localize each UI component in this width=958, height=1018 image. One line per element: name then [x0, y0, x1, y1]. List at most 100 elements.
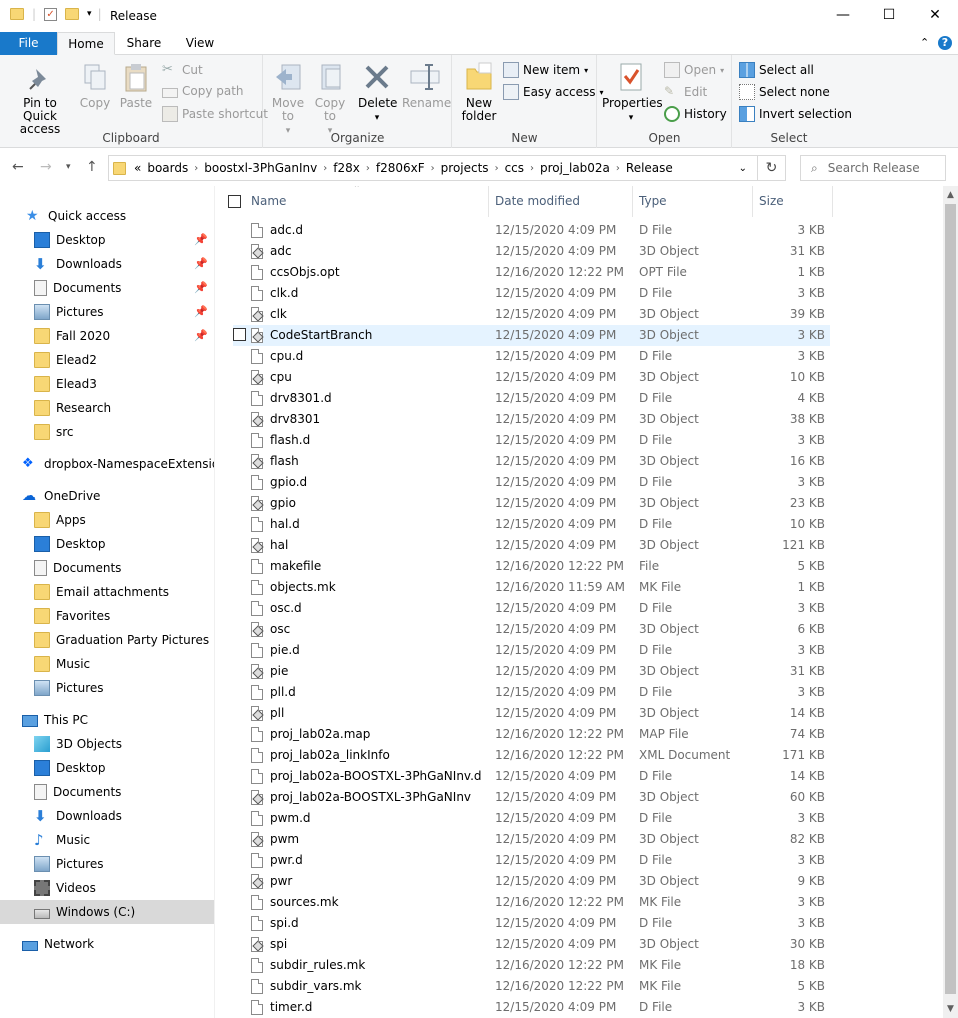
nav-qa-fall-2020[interactable]: Fall 2020 📌	[0, 324, 214, 348]
copy-to-button[interactable]: Copy to ▾	[310, 61, 350, 138]
help-icon[interactable]: ?	[938, 36, 952, 50]
breadcrumb-separator-icon[interactable]: ›	[616, 163, 620, 174]
breadcrumb-boostxl[interactable]: boostxl-3PhGanInv	[204, 161, 317, 175]
breadcrumb-proj-lab02a[interactable]: proj_lab02a	[540, 161, 610, 175]
nav-pc-3d-objects[interactable]: 3D Objects	[0, 732, 214, 756]
new-item-button[interactable]: New item ▾	[503, 62, 588, 78]
breadcrumb-separator-icon[interactable]: ›	[366, 163, 370, 174]
table-row[interactable]: subdir_vars.mk 12/16/2020 12:22 PM MK File…	[233, 976, 830, 997]
table-row[interactable]: cpu 12/15/2020 4:09 PM 3D Object 10 KB	[233, 367, 830, 388]
row-checkbox[interactable]	[233, 328, 246, 341]
customize-toolbar-icon[interactable]: ▾	[87, 9, 92, 19]
table-row[interactable]: hal.d 12/15/2020 4:09 PM D File 10 KB	[233, 514, 830, 535]
breadcrumb-separator-icon[interactable]: ›	[323, 163, 327, 174]
table-row[interactable]: cpu.d 12/15/2020 4:09 PM D File 3 KB	[233, 346, 830, 367]
table-row[interactable]: drv8301 12/15/2020 4:09 PM 3D Object 38 KB	[233, 409, 830, 430]
address-bar[interactable]: « boards › boostxl-3PhGanInv › f28x › f2806…	[108, 155, 758, 181]
nav-pc-desktop[interactable]: Desktop	[0, 756, 214, 780]
column-size[interactable]: Size	[753, 186, 833, 217]
table-row[interactable]: proj_lab02a-BOOSTXL-3PhGaNInv.d 12/15/202…	[233, 766, 830, 787]
table-row[interactable]: flash.d 12/15/2020 4:09 PM D File 3 KB	[233, 430, 830, 451]
nav-od-pictures[interactable]: Pictures	[0, 676, 214, 700]
scroll-down-icon[interactable]: ▼	[943, 1004, 958, 1014]
properties-button[interactable]: Properties ▾	[602, 61, 663, 125]
nav-pc-music[interactable]: ♪ Music	[0, 828, 214, 852]
table-row[interactable]: ccsObjs.opt 12/16/2020 12:22 PM OPT File 1 …	[233, 262, 830, 283]
nav-od-documents[interactable]: Documents	[0, 556, 214, 580]
breadcrumb-f28x[interactable]: f28x	[333, 161, 360, 175]
nav-od-graduation-party-pictures[interactable]: Graduation Party Pictures	[0, 628, 214, 652]
scrollbar-thumb[interactable]	[945, 204, 956, 994]
nav-od-music[interactable]: Music	[0, 652, 214, 676]
nav-dropbox[interactable]: ❖ dropbox-NamespaceExtensionF	[0, 452, 214, 476]
table-row[interactable]: timer.d 12/15/2020 4:09 PM D File 3 KB	[233, 997, 830, 1018]
breadcrumb-separator-icon[interactable]: ›	[194, 163, 198, 174]
history-button[interactable]: History	[664, 106, 727, 122]
copy-button[interactable]: Copy	[76, 61, 114, 110]
breadcrumb-separator-icon[interactable]: ›	[495, 163, 499, 174]
nav-qa-elead3[interactable]: Elead3	[0, 372, 214, 396]
table-row[interactable]: gpio 12/15/2020 4:09 PM 3D Object 23 KB	[233, 493, 830, 514]
table-row[interactable]: proj_lab02a_linkInfo 12/16/2020 12:22 PM X…	[233, 745, 830, 766]
nav-onedrive[interactable]: ☁ OneDrive	[0, 484, 214, 508]
breadcrumb-separator-icon[interactable]: ›	[530, 163, 534, 174]
table-row[interactable]: pie.d 12/15/2020 4:09 PM D File 3 KB	[233, 640, 830, 661]
copy-path-button[interactable]: Copy path	[162, 84, 244, 98]
nav-this-pc[interactable]: This PC	[0, 708, 214, 732]
nav-qa-research[interactable]: Research	[0, 396, 214, 420]
tab-view[interactable]: View	[174, 32, 226, 55]
table-row[interactable]: subdir_rules.mk 12/16/2020 12:22 PM MK Fil…	[233, 955, 830, 976]
refresh-button[interactable]: ↻	[758, 155, 786, 181]
minimize-button[interactable]: —	[820, 0, 866, 30]
column-name[interactable]: Name	[245, 186, 489, 217]
table-row[interactable]: pwm 12/15/2020 4:09 PM 3D Object 82 KB	[233, 829, 830, 850]
table-row[interactable]: drv8301.d 12/15/2020 4:09 PM D File 4 KB	[233, 388, 830, 409]
table-row[interactable]: flash 12/15/2020 4:09 PM 3D Object 16 KB	[233, 451, 830, 472]
scroll-up-icon[interactable]: ▲	[943, 190, 958, 200]
nav-network[interactable]: Network	[0, 932, 214, 956]
table-row[interactable]: adc 12/15/2020 4:09 PM 3D Object 31 KB	[233, 241, 830, 262]
nav-od-desktop[interactable]: Desktop	[0, 532, 214, 556]
nav-qa-elead2[interactable]: Elead2	[0, 348, 214, 372]
nav-od-email-attachments[interactable]: Email attachments	[0, 580, 214, 604]
select-none-button[interactable]: Select none	[739, 84, 830, 100]
nav-pc-documents[interactable]: Documents	[0, 780, 214, 804]
table-row[interactable]: pwr 12/15/2020 4:09 PM 3D Object 9 KB	[233, 871, 830, 892]
up-arrow-icon[interactable]: ↑	[86, 159, 98, 175]
forward-arrow-icon[interactable]: →	[40, 159, 52, 175]
table-row[interactable]: objects.mk 12/16/2020 11:59 AM MK File 1 KB	[233, 577, 830, 598]
table-row[interactable]: osc 12/15/2020 4:09 PM 3D Object 6 KB	[233, 619, 830, 640]
nav-od-favorites[interactable]: Favorites	[0, 604, 214, 628]
back-arrow-icon[interactable]: ←	[12, 159, 24, 175]
nav-pc-downloads[interactable]: ⬇ Downloads	[0, 804, 214, 828]
search-box[interactable]: ⌕ Search Release	[800, 155, 946, 181]
nav-qa-pictures[interactable]: Pictures 📌	[0, 300, 214, 324]
breadcrumb-boards[interactable]: boards	[147, 161, 188, 175]
move-to-button[interactable]: Move to ▾	[268, 61, 308, 138]
tab-home[interactable]: Home	[57, 32, 115, 55]
table-row[interactable]: CodeStartBranch 12/15/2020 4:09 PM 3D Obje…	[233, 325, 830, 346]
invert-selection-button[interactable]: Invert selection	[739, 106, 852, 122]
breadcrumb-f2806xf[interactable]: f2806xF	[376, 161, 425, 175]
recent-locations-icon[interactable]: ▾	[66, 162, 71, 172]
collapse-ribbon-icon[interactable]: ⌃	[920, 36, 929, 49]
tab-share[interactable]: Share	[118, 32, 170, 55]
breadcrumb-separator-icon[interactable]: ›	[431, 163, 435, 174]
new-folder-button[interactable]: New folder	[459, 61, 499, 123]
table-row[interactable]: sources.mk 12/16/2020 12:22 PM MK File 3 KB	[233, 892, 830, 913]
table-row[interactable]: hal 12/15/2020 4:09 PM 3D Object 121 KB	[233, 535, 830, 556]
address-dropdown-icon[interactable]: ⌄	[739, 163, 747, 174]
pin-to-quick-access-button[interactable]: Pin to Quick access	[6, 61, 74, 136]
delete-button[interactable]: Delete ▾	[358, 61, 397, 125]
rename-button[interactable]: Rename	[402, 61, 451, 110]
edit-button[interactable]: ✎ Edit	[664, 84, 707, 100]
properties-checkmark-icon[interactable]: ✓	[44, 7, 58, 21]
table-row[interactable]: clk 12/15/2020 4:09 PM 3D Object 39 KB	[233, 304, 830, 325]
cut-button[interactable]: ✂ Cut	[162, 62, 203, 78]
nav-qa-documents[interactable]: Documents 📌	[0, 276, 214, 300]
table-row[interactable]: spi.d 12/15/2020 4:09 PM D File 3 KB	[233, 913, 830, 934]
table-row[interactable]: proj_lab02a.map 12/16/2020 12:22 PM MAP Fi…	[233, 724, 830, 745]
column-type[interactable]: Type	[633, 186, 753, 217]
breadcrumb-ccs[interactable]: ccs	[505, 161, 524, 175]
nav-quick-access[interactable]: ★ Quick access	[26, 204, 214, 228]
